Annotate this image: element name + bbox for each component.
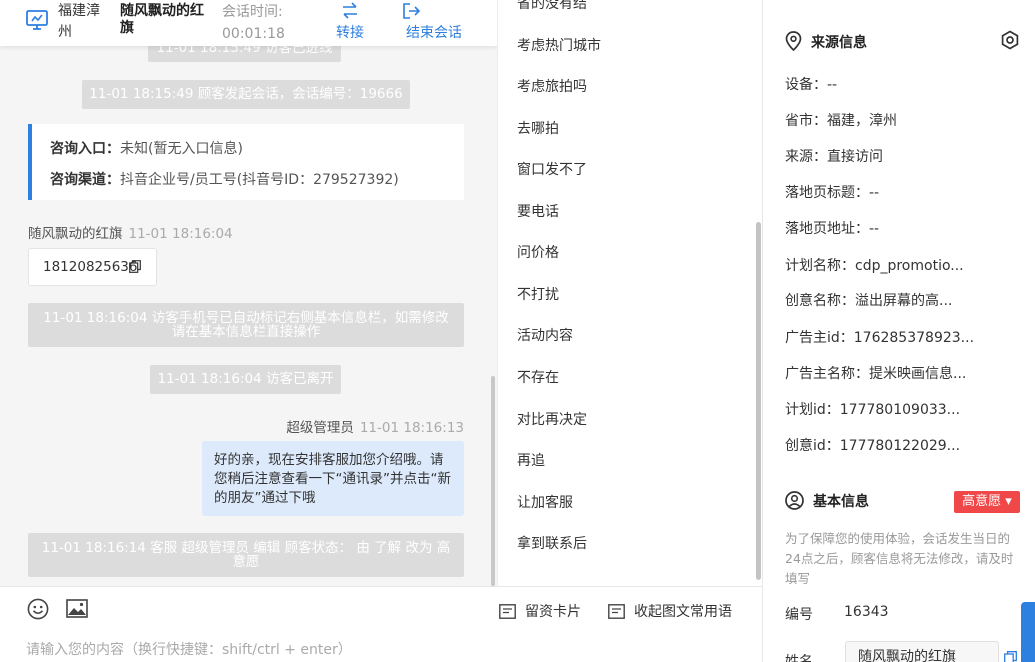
system-pill-session-start: 11-01 18:15:49 顾客发起会话，会话编号：19666: [82, 80, 410, 109]
copy-name-icon[interactable]: [1004, 651, 1017, 662]
source-field-plan-name: 计划名称：cdp_promotio...: [785, 258, 964, 274]
entry-label: 咨询入口：: [50, 141, 120, 157]
lead-card-label: 留资卡片: [525, 604, 581, 620]
quick-reply-item[interactable]: 考虑旅拍吗: [517, 76, 587, 96]
visitor-name-title: 随风飘动的红旗: [120, 3, 204, 36]
phone-number: 18120825636: [43, 259, 138, 275]
quick-reply-item[interactable]: 去哪拍: [517, 118, 559, 138]
basic-info-title: 基本信息: [785, 491, 869, 511]
end-session-label: 结束会话: [406, 25, 462, 41]
collapse-phrases-button[interactable]: 收起图文常用语: [608, 601, 732, 621]
source-field-creative-name: 创意名称：溢出屏幕的高...: [785, 293, 953, 309]
quick-reply-item[interactable]: 活动内容: [517, 325, 573, 345]
lead-card-button[interactable]: 留资卡片: [499, 601, 581, 621]
entry-value: 未知(暂无入口信息): [120, 141, 243, 157]
quick-reply-item[interactable]: 拿到联系后: [517, 533, 587, 553]
image-icon[interactable]: [66, 599, 88, 618]
id-field-value: 16343: [844, 604, 889, 620]
message-composer: 留资卡片 收起图文常用语: [0, 586, 762, 662]
source-field-plan-id: 计划id：177780109033...: [785, 402, 961, 418]
session-time-label: 会话时间:: [222, 4, 283, 20]
chat-header: 福建漳州 随风飘动的红旗 会话时间: 00:01:18 转接 结束会话: [0, 0, 497, 46]
phone-message-bubble: 18120825636: [28, 248, 157, 286]
session-time-value: 00:01:18: [222, 26, 285, 42]
collapse-phrases-label: 收起图文常用语: [634, 604, 732, 620]
source-field-landing-url: 落地页地址：--: [785, 221, 880, 237]
visitor-location: 福建漳州: [58, 3, 100, 40]
quick-reply-item[interactable]: 考虑热门城市: [517, 35, 601, 55]
source-info-title-text: 来源信息: [811, 35, 867, 51]
source-field-source: 来源：直接访问: [785, 149, 883, 165]
source-field-advertiser-name: 广告主名称：提米映画信息...: [785, 366, 967, 382]
transfer-button[interactable]: 转接: [333, 0, 367, 43]
channel-line: 咨询渠道：抖音企业号/员工号(抖音号ID：279527392): [50, 169, 399, 189]
id-field-label: 编号: [785, 607, 813, 623]
chat-panel: 福建漳州 随风飘动的红旗 会话时间: 00:01:18 转接 结束会话 11-0…: [0, 0, 497, 662]
quick-reply-item[interactable]: 不存在: [517, 367, 559, 387]
visitor-message-time: 11-01 18:16:04: [128, 226, 233, 242]
source-field-device: 设备：--: [785, 77, 838, 93]
source-field-creative-id: 创意id：177780122029...: [785, 438, 961, 454]
channel-label: 咨询渠道：: [50, 172, 120, 188]
agent-message-bubble: 好的亲，现在安排客服加您介绍哦。请您稍后注意查看一下“通讯录”并点击“新的朋友”…: [202, 441, 464, 516]
quick-reply-item[interactable]: 不打扰: [517, 284, 559, 304]
system-pill-left: 11-01 18:16:04 访客已离开: [150, 365, 341, 394]
session-time: 会话时间: 00:01:18: [222, 1, 285, 45]
visitor-message-name: 随风飘动的红旗: [28, 226, 123, 242]
quick-reply-item[interactable]: 再追: [517, 450, 545, 470]
copy-icon[interactable]: [129, 260, 141, 273]
intent-status-dropdown[interactable]: 高意愿 ▾: [954, 491, 1020, 513]
quick-reply-item[interactable]: 要电话: [517, 201, 559, 221]
chat-scrollbar[interactable]: [491, 376, 495, 586]
source-field-province: 省市：福建，漳州: [785, 113, 897, 129]
card-icon: [499, 604, 516, 619]
quick-replies-panel: 省的没有结 考虑热门城市 考虑旅拍吗 去哪拍 窗口发不了 要电话 问价格 不打扰…: [497, 0, 762, 586]
settings-icon[interactable]: [1000, 30, 1020, 50]
consult-info-card: 咨询入口：未知(暂无入口信息) 咨询渠道：抖音企业号/员工号(抖音号ID：279…: [28, 124, 464, 200]
quick-reply-item[interactable]: 让加客服: [517, 492, 573, 512]
source-field-landing-title: 落地页标题：--: [785, 185, 880, 201]
user-icon: [785, 491, 804, 510]
channel-value: 抖音企业号/员工号(抖音号ID：279527392): [120, 172, 399, 188]
name-field-input[interactable]: 随风飘动的红旗: [845, 641, 999, 662]
quick-reply-item[interactable]: 问价格: [517, 242, 559, 262]
basic-info-title-text: 基本信息: [813, 494, 869, 510]
quick-replies-scrollbar[interactable]: [756, 222, 761, 580]
customer-info-panel: 来源信息 设备：-- 省市：福建，漳州 来源：直接访问 落地页标题：-- 落地页…: [762, 0, 1035, 662]
source-info-title: 来源信息: [785, 31, 867, 52]
emoji-icon[interactable]: [27, 598, 49, 620]
visitor-message-meta: 随风飘动的红旗 11-01 18:16:04: [28, 222, 233, 242]
phrases-icon: [608, 604, 625, 619]
side-drawer-tab[interactable]: [1021, 602, 1035, 662]
message-input[interactable]: [26, 638, 726, 662]
exit-icon: [403, 3, 421, 19]
name-field-label: 姓名: [785, 654, 813, 662]
transfer-icon: [343, 2, 357, 19]
system-pill-status-change: 11-01 18:16:14 客服 超级管理员 编辑 顾客状态： 由 了解 改为…: [28, 533, 464, 577]
monitor-icon: [26, 10, 48, 30]
source-field-advertiser-id: 广告主id：176285378923...: [785, 330, 975, 346]
quick-reply-item[interactable]: 对比再决定: [517, 409, 587, 429]
edit-deadline-note: 为了保障您的使用体验，会话发生当日的24点之后，顾客信息将无法修改，请及时填写: [785, 531, 1014, 586]
transfer-label: 转接: [336, 25, 364, 41]
agent-message-name: 超级管理员: [286, 420, 354, 436]
end-session-button[interactable]: 结束会话: [401, 0, 467, 43]
location-pin-icon: [785, 31, 802, 52]
agent-message-time: 11-01 18:16:13: [359, 420, 464, 436]
system-pill-auto-tag: 11-01 18:16:04 访客手机号已自动标记右侧基本信息栏，如需修改请在基…: [28, 303, 464, 347]
quick-reply-item[interactable]: 省的没有结: [517, 0, 587, 13]
agent-message-meta: 超级管理员 11-01 18:16:13: [286, 416, 464, 436]
entry-line: 咨询入口：未知(暂无入口信息): [50, 138, 243, 158]
quick-reply-item[interactable]: 窗口发不了: [517, 159, 587, 179]
